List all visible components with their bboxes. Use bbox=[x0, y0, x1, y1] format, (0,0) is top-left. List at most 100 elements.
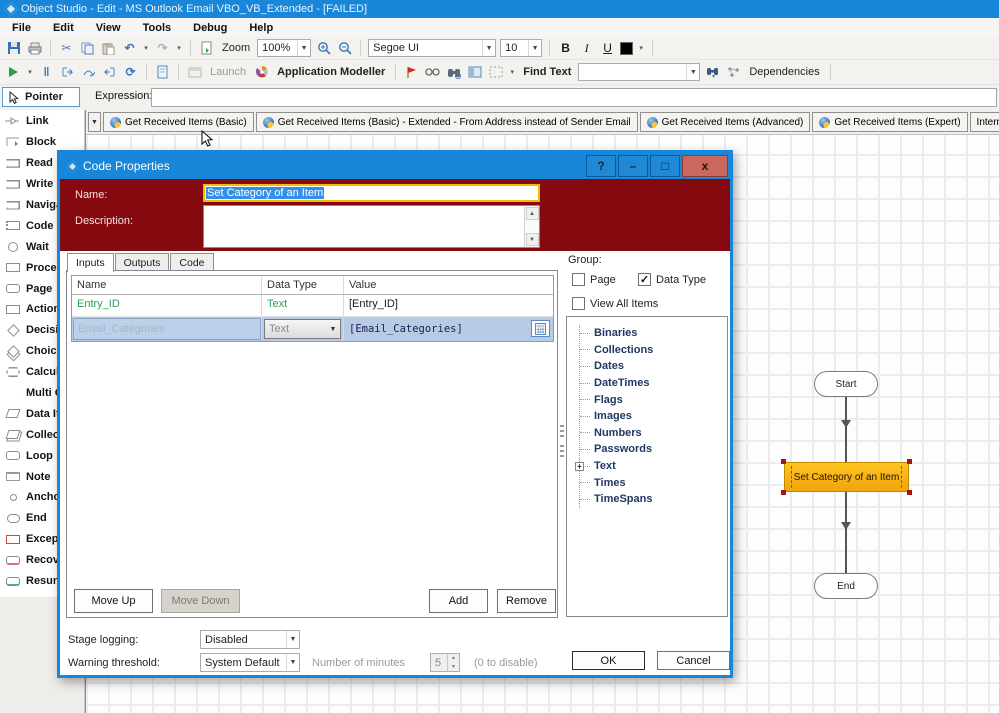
tab-inputs[interactable]: Inputs bbox=[67, 253, 114, 272]
zoom-in-icon[interactable] bbox=[315, 40, 332, 57]
tab-code[interactable]: Code bbox=[170, 253, 213, 271]
table-row-selected[interactable]: Email_Categories Text ▼ [Email_Categorie… bbox=[72, 317, 553, 341]
edit-page-icon[interactable] bbox=[154, 64, 171, 81]
panel-view-icon[interactable] bbox=[466, 64, 483, 81]
ok-button[interactable]: OK bbox=[572, 651, 645, 670]
step-in-icon[interactable] bbox=[59, 64, 76, 81]
application-modeller-label[interactable]: Application Modeller bbox=[274, 66, 388, 78]
tree-item-dates[interactable]: Dates bbox=[580, 358, 727, 375]
end-stage[interactable]: End bbox=[814, 573, 878, 599]
checkbox-view-all-items[interactable]: View All Items bbox=[572, 297, 658, 310]
selection-handle[interactable] bbox=[907, 459, 912, 464]
tab-get-received-advanced[interactable]: Get Received Items (Advanced) bbox=[640, 112, 811, 132]
application-modeller-icon[interactable] bbox=[253, 64, 270, 81]
tree-item-timespans[interactable]: TimeSpans bbox=[580, 491, 727, 508]
expression-builder-button[interactable] bbox=[531, 320, 550, 337]
checkbox-data-type[interactable]: ✓ Data Type bbox=[638, 273, 706, 286]
spinner-down-icon[interactable]: ▼ bbox=[448, 663, 459, 672]
reset-icon[interactable]: ⟳ bbox=[122, 64, 139, 81]
watch-glasses-icon[interactable] bbox=[424, 64, 441, 81]
undo-icon[interactable]: ↶ bbox=[121, 40, 138, 57]
maximize-button[interactable]: □ bbox=[650, 155, 680, 177]
tab-outputs[interactable]: Outputs bbox=[115, 253, 170, 271]
splitter-handle[interactable] bbox=[560, 445, 564, 457]
dependencies-label[interactable]: Dependencies bbox=[746, 66, 822, 78]
code-stage-set-category[interactable]: Set Category of an Item bbox=[784, 462, 909, 492]
tab-get-received-expert[interactable]: Get Received Items (Expert) bbox=[812, 112, 967, 132]
font-family-select[interactable]: Segoe UI ▼ bbox=[368, 39, 496, 57]
col-header-value[interactable]: Value bbox=[344, 276, 553, 294]
name-input[interactable]: Set Category of an Item bbox=[203, 184, 540, 202]
warning-threshold-select[interactable]: System Default ▼ bbox=[200, 653, 300, 672]
run-dropdown-icon[interactable]: ▾ bbox=[26, 68, 34, 76]
zoom-select[interactable]: 100% ▼ bbox=[257, 39, 311, 57]
description-textarea[interactable]: ▲ ▼ bbox=[203, 205, 540, 248]
selection-handle[interactable] bbox=[907, 490, 912, 495]
table-row[interactable]: Entry_ID Text [Entry_ID] bbox=[72, 295, 553, 317]
close-button[interactable]: x bbox=[682, 155, 728, 177]
breakpoint-flag-icon[interactable] bbox=[403, 64, 420, 81]
zoom-out-icon[interactable] bbox=[336, 40, 353, 57]
underline-button[interactable]: U bbox=[599, 40, 616, 57]
selection-view-icon[interactable] bbox=[487, 64, 504, 81]
scroll-down-icon[interactable]: ▼ bbox=[526, 233, 539, 246]
tree-item-times[interactable]: Times bbox=[580, 474, 727, 491]
description-scrollbar[interactable]: ▲ ▼ bbox=[524, 206, 539, 247]
find-next-icon[interactable] bbox=[704, 64, 721, 81]
save-icon[interactable] bbox=[5, 40, 22, 57]
spinner-up-icon[interactable]: ▲ bbox=[448, 654, 459, 663]
redo-dropdown-icon[interactable]: ▾ bbox=[175, 44, 183, 52]
step-over-icon[interactable] bbox=[80, 64, 97, 81]
tab-list-dropdown[interactable]: ▼ bbox=[88, 112, 101, 132]
tab-get-received-basic-extended[interactable]: Get Received Items (Basic) - Extended - … bbox=[256, 112, 638, 132]
selection-handle[interactable] bbox=[781, 490, 786, 495]
launch-label[interactable]: Launch bbox=[207, 66, 249, 78]
undo-dropdown-icon[interactable]: ▾ bbox=[142, 44, 150, 52]
checkbox-page[interactable]: Page bbox=[572, 273, 616, 286]
move-up-button[interactable]: Move Up bbox=[74, 589, 153, 613]
col-header-name[interactable]: Name bbox=[72, 276, 262, 294]
font-color-swatch[interactable] bbox=[620, 42, 633, 55]
cancel-button[interactable]: Cancel bbox=[657, 651, 730, 670]
search-binoculars-icon[interactable] bbox=[445, 64, 462, 81]
tree-expand-icon[interactable]: + bbox=[575, 462, 584, 471]
data-type-select[interactable]: Text ▼ bbox=[264, 319, 341, 339]
menu-file[interactable]: File bbox=[12, 22, 31, 34]
print-icon[interactable] bbox=[26, 40, 43, 57]
remove-button[interactable]: Remove bbox=[497, 589, 556, 613]
minimize-button[interactable]: – bbox=[618, 155, 648, 177]
splitter-handle[interactable] bbox=[560, 425, 564, 437]
menu-debug[interactable]: Debug bbox=[193, 22, 227, 34]
italic-button[interactable]: I bbox=[578, 40, 595, 57]
tree-item-passwords[interactable]: Passwords bbox=[580, 441, 727, 458]
paste-icon[interactable] bbox=[100, 40, 117, 57]
export-page-icon[interactable] bbox=[198, 40, 215, 57]
tab-get-received-basic[interactable]: Get Received Items (Basic) bbox=[103, 112, 254, 132]
row-name-editbox[interactable]: Email_Categories bbox=[73, 318, 261, 340]
pause-icon[interactable]: ‖ bbox=[38, 64, 55, 81]
tree-item-flags[interactable]: Flags bbox=[580, 391, 727, 408]
menu-tools[interactable]: Tools bbox=[143, 22, 172, 34]
toolbox-item-link[interactable]: Link bbox=[0, 111, 84, 132]
font-color-dropdown-icon[interactable]: ▾ bbox=[637, 44, 645, 52]
help-button[interactable]: ? bbox=[586, 155, 616, 177]
col-header-data-type[interactable]: Data Type bbox=[262, 276, 344, 294]
menu-help[interactable]: Help bbox=[249, 22, 273, 34]
tree-item-collections[interactable]: Collections bbox=[580, 342, 727, 359]
tab-internal-get-items[interactable]: Internal_Get Items bbox=[970, 112, 999, 132]
view-dropdown-icon[interactable]: ▾ bbox=[508, 68, 516, 76]
tree-item-binaries[interactable]: Binaries bbox=[580, 325, 727, 342]
tree-item-text[interactable]: +Text bbox=[580, 458, 727, 475]
menu-edit[interactable]: Edit bbox=[53, 22, 74, 34]
pointer-tool-button[interactable]: Pointer bbox=[2, 87, 80, 107]
scroll-up-icon[interactable]: ▲ bbox=[526, 207, 539, 220]
redo-icon[interactable]: ↷ bbox=[154, 40, 171, 57]
cut-icon[interactable]: ✂ bbox=[58, 40, 75, 57]
dependencies-icon[interactable] bbox=[725, 64, 742, 81]
tree-item-images[interactable]: Images bbox=[580, 408, 727, 425]
expression-input[interactable] bbox=[151, 88, 997, 107]
tree-item-numbers[interactable]: Numbers bbox=[580, 425, 727, 442]
bold-button[interactable]: B bbox=[557, 40, 574, 57]
launch-icon[interactable] bbox=[186, 64, 203, 81]
find-text-input[interactable]: ▼ bbox=[578, 63, 700, 81]
